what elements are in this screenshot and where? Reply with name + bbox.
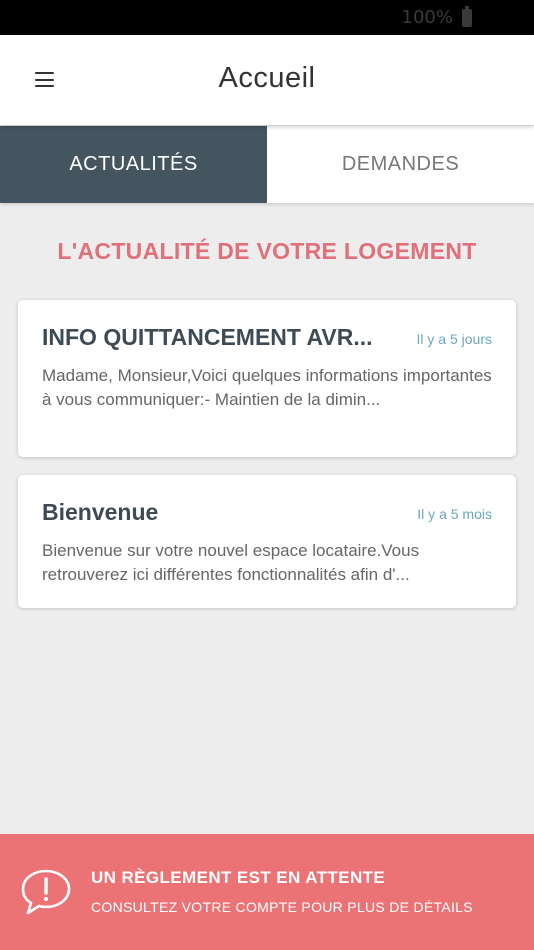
battery-percentage: 100% <box>401 7 453 28</box>
alert-speech-bubble-icon <box>21 869 71 915</box>
tab-actualites[interactable]: ACTUALITÉS <box>0 126 267 203</box>
status-bar: 100% <box>0 0 534 35</box>
app-bar: Accueil <box>0 35 534 125</box>
payment-pending-banner[interactable]: UN RÈGLEMENT EST EN ATTENTE CONSULTEZ VO… <box>0 834 534 950</box>
banner-subtitle: CONSULTEZ VOTRE COMPTE POUR PLUS DE DÉTA… <box>91 899 473 915</box>
news-card-time: Il y a 5 mois <box>417 506 492 522</box>
tab-demandes[interactable]: DEMANDES <box>267 126 534 203</box>
news-card-excerpt: Madame, Monsieur,Voici quelques informat… <box>42 366 492 409</box>
news-card[interactable]: Bienvenue Il y a 5 mois Bienvenue sur vo… <box>18 475 516 608</box>
news-card-title: INFO QUITTANCEMENT AVR... <box>42 324 373 350</box>
section-title: L'ACTUALITÉ DE VOTRE LOGEMENT <box>57 238 477 264</box>
news-card[interactable]: INFO QUITTANCEMENT AVR... Il y a 5 jours… <box>18 300 516 457</box>
banner-title: UN RÈGLEMENT EST EN ATTENTE <box>91 868 386 887</box>
news-card-title: Bienvenue <box>42 499 159 525</box>
news-card-excerpt: Bienvenue sur votre nouvel espace locata… <box>42 541 420 584</box>
page-title: Accueil <box>218 62 316 94</box>
tab-bar: ACTUALITÉS DEMANDES <box>0 126 534 203</box>
battery-icon <box>462 6 472 27</box>
news-card-time: Il y a 5 jours <box>416 331 492 347</box>
